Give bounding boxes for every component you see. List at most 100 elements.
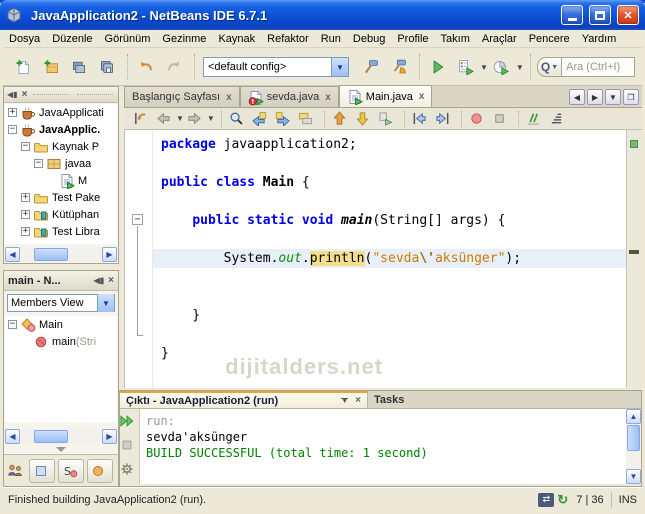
chevron-down-icon[interactable]: ▼ [480,63,488,72]
menu-dosya[interactable]: Dosya [3,32,46,46]
chevron-down-icon[interactable]: ▼ [176,114,184,123]
code-fold-icon[interactable]: − [132,214,143,225]
scroll-left-icon[interactable]: ◀ [5,429,20,444]
output-vscrollbar[interactable]: ▲ ▼ [626,409,641,484]
chevron-down-icon[interactable]: ▼ [207,114,215,123]
navigator-row-0[interactable]: − Main [5,316,117,333]
last-edit-button[interactable] [132,109,153,129]
chevron-down-icon[interactable]: ▼ [516,63,524,72]
close-icon[interactable]: × [355,395,361,406]
error-stripe[interactable] [626,130,642,388]
open-project-button[interactable] [67,54,93,80]
project-row-1[interactable]: − JavaApplic. [5,121,117,138]
menu-grnm[interactable]: Görünüm [99,32,157,46]
expander-icon[interactable]: − [21,142,30,151]
uncomment-button[interactable] [548,109,569,129]
project-row-5[interactable]: + Test Pake [5,189,117,206]
scroll-up-icon[interactable]: ▲ [626,409,641,424]
menu-gezinme[interactable]: Gezinme [156,32,212,46]
prev-occurrence-button[interactable] [331,109,352,129]
undo-button[interactable] [134,54,160,80]
project-row-3[interactable]: − javaa [5,155,117,172]
close-panel-icon[interactable]: × [22,89,28,100]
output-content[interactable]: run: sevda'aksünger BUILD SUCCESSFUL (tota… [120,409,641,484]
scroll-down-icon[interactable]: ▼ [626,469,641,484]
minimize-results-icon[interactable]: ▼ [341,397,349,405]
splitter-collapse-icon[interactable] [56,447,66,452]
show-static-toggle[interactable]: S [58,458,84,483]
scroll-tabs-left-icon[interactable]: ◀ [569,89,585,105]
build-button[interactable] [359,54,385,80]
clean-build-button[interactable] [387,54,413,80]
expander-icon[interactable]: − [8,320,17,329]
refresh-icon[interactable]: ↻ [557,492,568,508]
scroll-thumb[interactable] [34,430,68,443]
close-panel-icon[interactable]: × [108,275,114,286]
menu-takm[interactable]: Takım [435,32,476,46]
expander-icon[interactable]: + [8,108,17,117]
close-icon[interactable]: x [419,91,425,102]
menu-pencere[interactable]: Pencere [523,32,576,46]
search-input[interactable]: Ara (Ctrl+I) [561,57,636,77]
stop-macro-button[interactable] [491,109,512,129]
find-selection-button[interactable] [228,109,249,129]
stop-button[interactable] [121,437,139,455]
tab-ba-lang-sayfas-[interactable]: Başlangıç Sayfası x [124,86,240,107]
project-row-4[interactable]: M [5,172,117,190]
redo-button[interactable] [162,54,188,80]
navigator-row-1[interactable]: main (Stri [5,333,117,350]
shift-left-button[interactable] [411,109,432,129]
project-row-6[interactable]: + Kütüphan [5,206,117,223]
navigator-view-select[interactable]: Members View ▼ [7,294,115,312]
tab-main-java[interactable]: Main.java x [338,85,433,107]
titlebar[interactable]: JavaApplication2 - NetBeans IDE 6.7.1 ✕ [0,0,645,30]
debug-button[interactable] [454,54,480,80]
menu-kaynak[interactable]: Kaynak [212,32,261,46]
rerun-button[interactable] [120,413,139,431]
close-icon[interactable]: x [226,92,232,103]
comment-button[interactable] [525,109,546,129]
code-editor[interactable]: package javaapplication2; public class M… [124,130,642,388]
panel-grip[interactable] [77,94,113,95]
scroll-thumb[interactable] [34,248,68,261]
back-button[interactable] [155,109,176,129]
shift-right-button[interactable] [434,109,455,129]
diff-sidebar-icon[interactable]: ⇄ [538,492,555,507]
menu-debug[interactable]: Debug [347,32,391,46]
find-next-button[interactable] [274,109,295,129]
find-prev-button[interactable] [251,109,272,129]
scroll-thumb[interactable] [627,425,640,451]
expander-icon[interactable]: − [8,125,17,134]
scroll-right-icon[interactable]: ▶ [102,429,117,444]
chevron-down-icon[interactable]: ▼ [97,294,114,312]
minimize-button[interactable] [561,5,583,25]
menu-aralar[interactable]: Araçlar [476,32,523,46]
highlight-button[interactable] [297,109,318,129]
project-row-2[interactable]: − Kaynak P [5,138,117,155]
search-icon[interactable]: Q ▼ [536,57,562,77]
tasks-tab[interactable]: Tasks [368,391,410,408]
close-icon[interactable]: x [325,92,331,103]
close-button[interactable]: ✕ [617,5,639,25]
menu-dzenle[interactable]: Düzenle [46,32,98,46]
menu-run[interactable]: Run [315,32,347,46]
config-combobox[interactable]: <default config> ▼ [203,57,349,77]
scroll-left-icon[interactable]: ◀ [5,247,20,262]
projects-hscrollbar[interactable]: ◀ ▶ [5,247,117,262]
forward-button[interactable] [186,109,207,129]
chevron-down-icon[interactable]: ▼ [331,58,348,76]
show-fields-toggle[interactable] [29,458,55,483]
record-macro-button[interactable] [468,109,489,129]
menu-profile[interactable]: Profile [391,32,434,46]
scroll-tabs-right-icon[interactable]: ▶ [587,89,603,105]
project-row-0[interactable]: + JavaApplicati [5,104,117,121]
code-area[interactable]: package javaapplication2; public class M… [161,135,521,363]
expander-icon[interactable]: + [21,210,30,219]
save-all-button[interactable] [95,54,121,80]
tab-list-icon[interactable]: ▼ [605,89,621,105]
profile-button[interactable] [490,54,516,80]
maximize-button[interactable] [589,5,611,25]
scroll-right-icon[interactable]: ▶ [102,247,117,262]
minimize-panel-icon[interactable]: ◀▮ [94,276,105,285]
menu-yardm[interactable]: Yardım [576,32,623,46]
